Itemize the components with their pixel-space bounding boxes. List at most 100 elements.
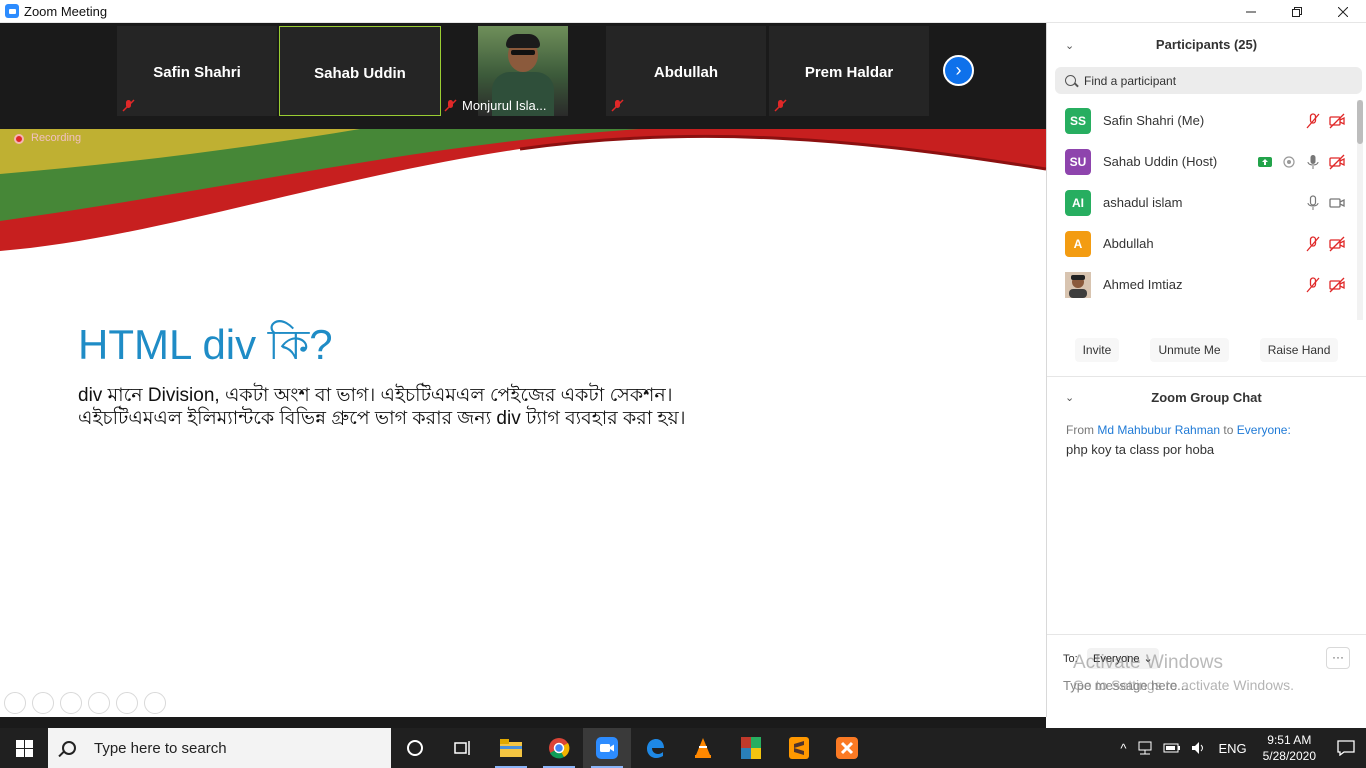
participant-status-icons [1305, 276, 1345, 293]
next-page-arrow-icon[interactable]: › [943, 55, 974, 86]
vlc-icon[interactable] [679, 728, 727, 768]
video-gallery-strip: Safin Shahri Sahab Uddin Monjurul Isla..… [0, 23, 1046, 129]
clock-date: 5/28/2020 [1262, 749, 1316, 763]
cortana-icon[interactable] [391, 728, 439, 768]
slide-body: div মানে Division, একটা অংশ বা ভাগ। এইচট… [78, 384, 898, 430]
participant-name: Ahmed Imtiaz [1103, 277, 1183, 292]
avatar: AI [1065, 189, 1091, 216]
participant-tile-name: Prem Haldar [804, 64, 894, 81]
file-explorer-icon[interactable] [487, 728, 535, 768]
participant-search[interactable]: Find a participant [1055, 67, 1362, 94]
avatar: SS [1065, 107, 1091, 134]
pen-icon[interactable] [60, 692, 82, 714]
muted-mic-icon [1306, 276, 1320, 292]
windows-taskbar: Type here to search ^ ENG 9:51 AM 5/28/2… [0, 728, 1366, 768]
raise-hand-button[interactable]: Raise Hand [1259, 338, 1339, 362]
battery-icon[interactable] [1163, 742, 1181, 754]
task-view-icon[interactable] [439, 728, 487, 768]
muted-mic-icon [611, 99, 624, 112]
camera-person-glasses [511, 50, 535, 55]
scrollbar-thumb[interactable] [1357, 100, 1363, 144]
search-input[interactable]: Find a participant [1084, 74, 1176, 88]
zoom-taskbar-icon[interactable] [583, 728, 631, 768]
notifications-icon[interactable] [1326, 728, 1366, 768]
chat-recipient-link[interactable]: Everyone: [1237, 423, 1291, 437]
meeting-bottom-strip [0, 717, 1046, 728]
muted-mic-icon [1306, 112, 1320, 128]
participant-row[interactable]: SU Sahab Uddin (Host) [1047, 141, 1357, 182]
network-icon[interactable] [1137, 741, 1153, 755]
participant-row[interactable]: Ahmed Imtiaz [1047, 264, 1357, 305]
recording-icon [1283, 155, 1295, 168]
chat-to-word: to [1223, 423, 1234, 437]
video-tile-active-speaker[interactable]: Sahab Uddin [279, 26, 441, 116]
video-tile[interactable]: Safin Shahri [117, 26, 277, 116]
camera-person-hair [506, 34, 540, 48]
participant-row[interactable]: A Abdullah [1047, 223, 1357, 264]
video-tile[interactable]: Prem Haldar [769, 26, 929, 116]
volume-icon[interactable] [1191, 741, 1207, 755]
chat-compose-area: To: Everyone ⌄ ··· Type message here... [1047, 634, 1366, 717]
participant-list: SS Safin Shahri (Me) SU Sahab Uddin (Hos… [1047, 100, 1357, 320]
mic-icon [1307, 194, 1319, 210]
window-controls [1228, 0, 1366, 23]
video-off-icon [1329, 113, 1345, 128]
slide-navigation-tools [4, 692, 166, 714]
chat-more-button[interactable]: ··· [1326, 647, 1350, 669]
window-titlebar: Zoom Meeting [0, 0, 1366, 23]
side-panel: ⌄ Participants (25) Find a participant S… [1046, 23, 1366, 717]
invite-button[interactable]: Invite [1074, 338, 1120, 362]
participant-tile-name: Monjurul Isla... [462, 97, 547, 113]
muted-mic-icon [774, 99, 787, 112]
slide-title: HTML div কি? [78, 321, 333, 368]
chat-message-text: php koy ta class por hoba [1066, 442, 1215, 457]
activation-watermark-title: Activate Windows [1073, 652, 1223, 673]
system-tray: ^ ENG 9:51 AM 5/28/2020 [1114, 728, 1366, 768]
unmute-me-button[interactable]: Unmute Me [1150, 338, 1229, 362]
recording-label: Recording [31, 132, 82, 144]
activation-watermark-text: Go to Settings to activate Windows. [1073, 677, 1294, 693]
start-button[interactable] [0, 728, 48, 768]
show-hidden-icons-icon[interactable]: ^ [1120, 741, 1126, 756]
taskbar-search[interactable]: Type here to search [48, 728, 391, 768]
language-indicator[interactable]: ENG [1218, 741, 1246, 756]
participant-name: Safin Shahri (Me) [1103, 113, 1205, 128]
participants-title: Participants (25) [1155, 37, 1258, 52]
muted-mic-icon [122, 99, 135, 112]
search-icon [62, 741, 76, 755]
minimize-button[interactable] [1228, 0, 1274, 23]
recording-indicator-icon [14, 134, 24, 144]
chrome-icon[interactable] [535, 728, 583, 768]
screen-share-icon [1258, 156, 1272, 167]
sublime-text-icon[interactable] [775, 728, 823, 768]
edge-icon[interactable] [631, 728, 679, 768]
participant-row[interactable]: SS Safin Shahri (Me) [1047, 100, 1357, 141]
zoom-icon[interactable] [116, 692, 138, 714]
more-options-icon[interactable] [144, 692, 166, 714]
participant-name: Sahab Uddin (Host) [1103, 154, 1218, 169]
participant-scrollbar[interactable] [1357, 100, 1363, 320]
restore-button[interactable] [1274, 0, 1320, 23]
participant-status-icons [1305, 112, 1345, 129]
video-tile[interactable]: Abdullah [606, 26, 766, 116]
clock-time: 9:51 AM [1267, 733, 1312, 747]
profile-photo-icon [1065, 271, 1091, 298]
muted-mic-icon [1306, 235, 1320, 251]
video-off-icon [1329, 154, 1345, 169]
clock[interactable]: 9:51 AM 5/28/2020 [1263, 732, 1316, 764]
next-slide-icon[interactable] [32, 692, 54, 714]
chat-sender-link[interactable]: Md Mahbubur Rahman [1097, 423, 1220, 437]
previous-slide-icon[interactable] [4, 692, 26, 714]
slides-overview-icon[interactable] [88, 692, 110, 714]
xampp-icon[interactable] [823, 728, 871, 768]
mic-icon [1307, 154, 1319, 169]
participant-tile-name: Sahab Uddin [314, 65, 406, 82]
chat-from-prefix: From [1066, 423, 1094, 437]
winrar-icon[interactable] [727, 728, 775, 768]
participant-tile-name: Abdullah [653, 64, 719, 81]
participant-row[interactable]: AI ashadul islam [1047, 182, 1357, 223]
muted-mic-icon [444, 98, 457, 112]
chat-title: Zoom Group Chat [1151, 390, 1262, 405]
close-button[interactable] [1320, 0, 1366, 23]
taskbar-search-input[interactable]: Type here to search [94, 740, 227, 757]
